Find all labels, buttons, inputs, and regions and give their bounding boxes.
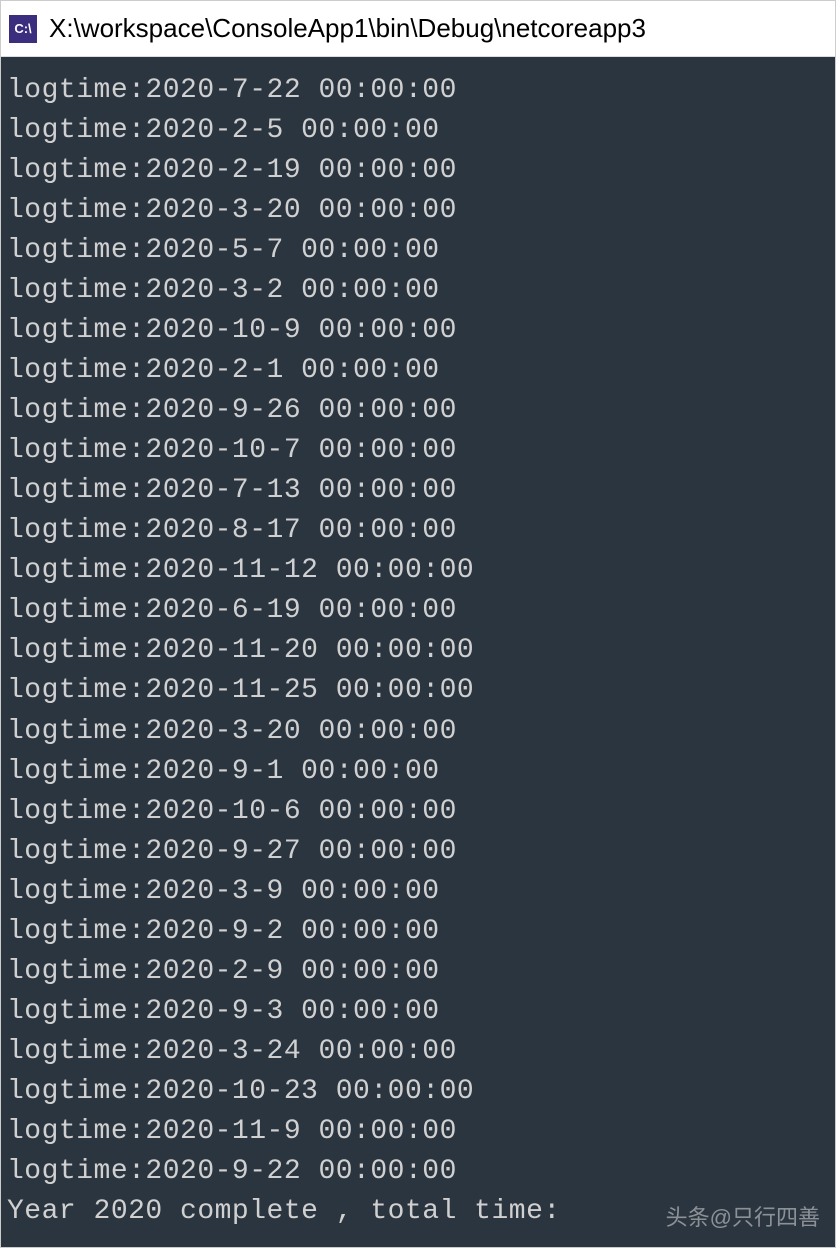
titlebar[interactable]: C:\ X:\workspace\ConsoleApp1\bin\Debug\n… — [1, 1, 835, 57]
console-line: logtime:2020-3-20 00:00:00 — [7, 191, 829, 231]
console-line: logtime:2020-11-25 00:00:00 — [7, 671, 829, 711]
console-line: logtime:2020-9-26 00:00:00 — [7, 391, 829, 431]
console-line: logtime:2020-3-9 00:00:00 — [7, 872, 829, 912]
console-line: logtime:2020-7-22 00:00:00 — [7, 71, 829, 111]
console-line: logtime:2020-8-17 00:00:00 — [7, 511, 829, 551]
console-line: logtime:2020-9-3 00:00:00 — [7, 992, 829, 1032]
window-title: X:\workspace\ConsoleApp1\bin\Debug\netco… — [49, 13, 646, 44]
console-window: C:\ X:\workspace\ConsoleApp1\bin\Debug\n… — [0, 0, 836, 1248]
console-line: logtime:2020-10-7 00:00:00 — [7, 431, 829, 471]
console-line: logtime:2020-2-9 00:00:00 — [7, 952, 829, 992]
console-line: logtime:2020-9-2 00:00:00 — [7, 912, 829, 952]
console-line: logtime:2020-2-1 00:00:00 — [7, 351, 829, 391]
console-line: logtime:2020-10-9 00:00:00 — [7, 311, 829, 351]
console-line: logtime:2020-11-20 00:00:00 — [7, 631, 829, 671]
console-line: logtime:2020-2-19 00:00:00 — [7, 151, 829, 191]
console-line: logtime:2020-3-20 00:00:00 — [7, 712, 829, 752]
console-line: logtime:2020-2-5 00:00:00 — [7, 111, 829, 151]
console-line: logtime:2020-7-13 00:00:00 — [7, 471, 829, 511]
console-line: logtime:2020-3-2 00:00:00 — [7, 271, 829, 311]
console-line: logtime:2020-6-19 00:00:00 — [7, 591, 829, 631]
console-line: logtime:2020-10-6 00:00:00 — [7, 792, 829, 832]
console-line: logtime:2020-9-1 00:00:00 — [7, 752, 829, 792]
console-line: logtime:2020-11-12 00:00:00 — [7, 551, 829, 591]
console-app-icon: C:\ — [9, 15, 37, 43]
console-line: logtime:2020-5-7 00:00:00 — [7, 231, 829, 271]
console-line: logtime:2020-9-27 00:00:00 — [7, 832, 829, 872]
console-line: logtime:2020-11-9 00:00:00 — [7, 1112, 829, 1152]
console-output[interactable]: logtime:2020-7-22 00:00:00logtime:2020-2… — [1, 57, 835, 1247]
console-line: logtime:2020-3-24 00:00:00 — [7, 1032, 829, 1072]
console-line: logtime:2020-10-23 00:00:00 — [7, 1072, 829, 1112]
console-line: logtime:2020-9-22 00:00:00 — [7, 1152, 829, 1192]
console-line: Year 2020 complete , total time: — [7, 1192, 829, 1232]
